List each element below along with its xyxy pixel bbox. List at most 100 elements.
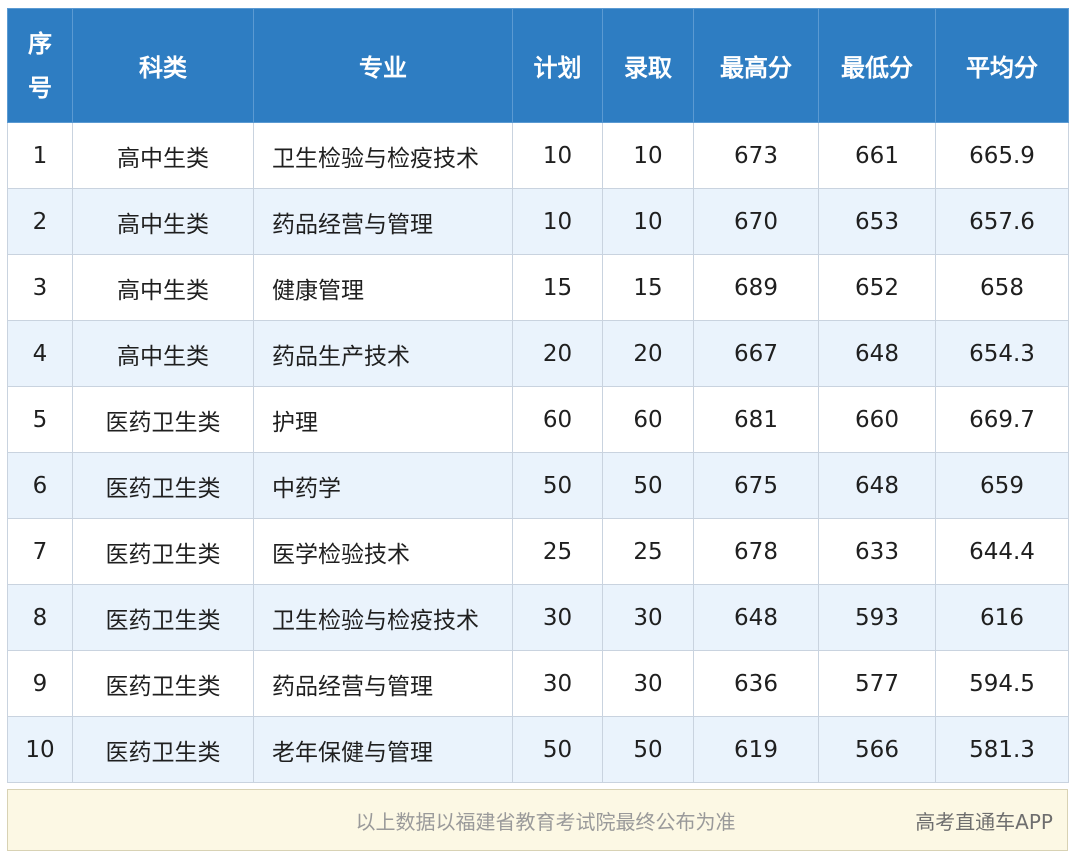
header-max-score: 最高分 bbox=[693, 8, 819, 123]
cell-admitted: 50 bbox=[602, 716, 694, 783]
cell-major: 中药学 bbox=[253, 452, 513, 519]
cell-min-score: 648 bbox=[818, 452, 936, 519]
cell-max-score: 673 bbox=[693, 122, 819, 189]
cell-max-score: 636 bbox=[693, 650, 819, 717]
table-row: 10 医药卫生类 老年保健与管理 50 50 619 566 581.3 bbox=[7, 716, 1069, 783]
admission-table-container: 序号 科类 专业 计划 录取 最高分 最低分 平均分 1 高中生类 卫生检验与检… bbox=[7, 8, 1069, 783]
table-row: 6 医药卫生类 中药学 50 50 675 648 659 bbox=[7, 452, 1069, 519]
cell-admitted: 60 bbox=[602, 386, 694, 453]
cell-major: 医学检验技术 bbox=[253, 518, 513, 585]
cell-category: 高中生类 bbox=[72, 188, 254, 255]
table-row: 8 医药卫生类 卫生检验与检疫技术 30 30 648 593 616 bbox=[7, 584, 1069, 651]
cell-plan: 15 bbox=[512, 254, 603, 321]
cell-min-score: 566 bbox=[818, 716, 936, 783]
cell-major: 护理 bbox=[253, 386, 513, 453]
cell-max-score: 648 bbox=[693, 584, 819, 651]
cell-plan: 50 bbox=[512, 452, 603, 519]
table-row: 3 高中生类 健康管理 15 15 689 652 658 bbox=[7, 254, 1069, 321]
cell-avg-score: 658 bbox=[935, 254, 1069, 321]
header-plan: 计划 bbox=[512, 8, 603, 123]
header-seq-line2: 号 bbox=[28, 73, 52, 102]
table-body: 1 高中生类 卫生检验与检疫技术 10 10 673 661 665.9 2 高… bbox=[7, 122, 1069, 783]
cell-seq: 2 bbox=[7, 188, 73, 255]
cell-seq: 4 bbox=[7, 320, 73, 387]
cell-seq: 6 bbox=[7, 452, 73, 519]
cell-avg-score: 654.3 bbox=[935, 320, 1069, 387]
cell-max-score: 675 bbox=[693, 452, 819, 519]
cell-avg-score: 616 bbox=[935, 584, 1069, 651]
cell-avg-score: 644.4 bbox=[935, 518, 1069, 585]
table-header: 序号 科类 专业 计划 录取 最高分 最低分 平均分 bbox=[7, 8, 1069, 123]
table-row: 1 高中生类 卫生检验与检疫技术 10 10 673 661 665.9 bbox=[7, 122, 1069, 189]
cell-plan: 20 bbox=[512, 320, 603, 387]
table-row: 2 高中生类 药品经营与管理 10 10 670 653 657.6 bbox=[7, 188, 1069, 255]
cell-min-score: 633 bbox=[818, 518, 936, 585]
cell-max-score: 678 bbox=[693, 518, 819, 585]
cell-plan: 10 bbox=[512, 122, 603, 189]
cell-min-score: 660 bbox=[818, 386, 936, 453]
table-row: 9 医药卫生类 药品经营与管理 30 30 636 577 594.5 bbox=[7, 650, 1069, 717]
header-row: 序号 科类 专业 计划 录取 最高分 最低分 平均分 bbox=[7, 8, 1069, 123]
cell-admitted: 10 bbox=[602, 122, 694, 189]
cell-avg-score: 665.9 bbox=[935, 122, 1069, 189]
cell-seq: 5 bbox=[7, 386, 73, 453]
cell-major: 药品生产技术 bbox=[253, 320, 513, 387]
cell-min-score: 653 bbox=[818, 188, 936, 255]
cell-min-score: 593 bbox=[818, 584, 936, 651]
cell-min-score: 577 bbox=[818, 650, 936, 717]
cell-admitted: 20 bbox=[602, 320, 694, 387]
cell-admitted: 10 bbox=[602, 188, 694, 255]
header-category: 科类 bbox=[72, 8, 254, 123]
cell-category: 高中生类 bbox=[72, 254, 254, 321]
cell-major: 老年保健与管理 bbox=[253, 716, 513, 783]
cell-min-score: 661 bbox=[818, 122, 936, 189]
cell-category: 医药卫生类 bbox=[72, 650, 254, 717]
cell-admitted: 30 bbox=[602, 584, 694, 651]
cell-min-score: 652 bbox=[818, 254, 936, 321]
cell-seq: 1 bbox=[7, 122, 73, 189]
cell-admitted: 50 bbox=[602, 452, 694, 519]
cell-category: 医药卫生类 bbox=[72, 584, 254, 651]
table-row: 5 医药卫生类 护理 60 60 681 660 669.7 bbox=[7, 386, 1069, 453]
cell-major: 药品经营与管理 bbox=[253, 650, 513, 717]
cell-admitted: 25 bbox=[602, 518, 694, 585]
header-avg-score: 平均分 bbox=[935, 8, 1069, 123]
cell-category: 医药卫生类 bbox=[72, 518, 254, 585]
cell-plan: 60 bbox=[512, 386, 603, 453]
cell-plan: 30 bbox=[512, 584, 603, 651]
cell-max-score: 689 bbox=[693, 254, 819, 321]
cell-avg-score: 659 bbox=[935, 452, 1069, 519]
cell-plan: 10 bbox=[512, 188, 603, 255]
cell-major: 药品经营与管理 bbox=[253, 188, 513, 255]
cell-category: 高中生类 bbox=[72, 122, 254, 189]
footer-brand-watermark: 高考直通车APP bbox=[915, 810, 1053, 834]
cell-plan: 25 bbox=[512, 518, 603, 585]
cell-category: 医药卫生类 bbox=[72, 716, 254, 783]
cell-category: 高中生类 bbox=[72, 320, 254, 387]
cell-admitted: 30 bbox=[602, 650, 694, 717]
cell-seq: 8 bbox=[7, 584, 73, 651]
table-row: 4 高中生类 药品生产技术 20 20 667 648 654.3 bbox=[7, 320, 1069, 387]
cell-max-score: 619 bbox=[693, 716, 819, 783]
cell-major: 健康管理 bbox=[253, 254, 513, 321]
cell-seq: 10 bbox=[7, 716, 73, 783]
table-footer: 以上数据以福建省教育考试院最终公布为准 高考直通车APP bbox=[7, 789, 1068, 851]
header-admitted: 录取 bbox=[602, 8, 694, 123]
cell-seq: 9 bbox=[7, 650, 73, 717]
cell-avg-score: 657.6 bbox=[935, 188, 1069, 255]
cell-min-score: 648 bbox=[818, 320, 936, 387]
admission-scores-table: 序号 科类 专业 计划 录取 最高分 最低分 平均分 1 高中生类 卫生检验与检… bbox=[7, 8, 1069, 783]
cell-avg-score: 581.3 bbox=[935, 716, 1069, 783]
cell-max-score: 667 bbox=[693, 320, 819, 387]
cell-major: 卫生检验与检疫技术 bbox=[253, 122, 513, 189]
cell-max-score: 670 bbox=[693, 188, 819, 255]
cell-avg-score: 669.7 bbox=[935, 386, 1069, 453]
cell-avg-score: 594.5 bbox=[935, 650, 1069, 717]
cell-major: 卫生检验与检疫技术 bbox=[253, 584, 513, 651]
cell-max-score: 681 bbox=[693, 386, 819, 453]
cell-seq: 7 bbox=[7, 518, 73, 585]
cell-category: 医药卫生类 bbox=[72, 452, 254, 519]
table-row: 7 医药卫生类 医学检验技术 25 25 678 633 644.4 bbox=[7, 518, 1069, 585]
header-seq: 序号 bbox=[7, 8, 73, 123]
cell-admitted: 15 bbox=[602, 254, 694, 321]
